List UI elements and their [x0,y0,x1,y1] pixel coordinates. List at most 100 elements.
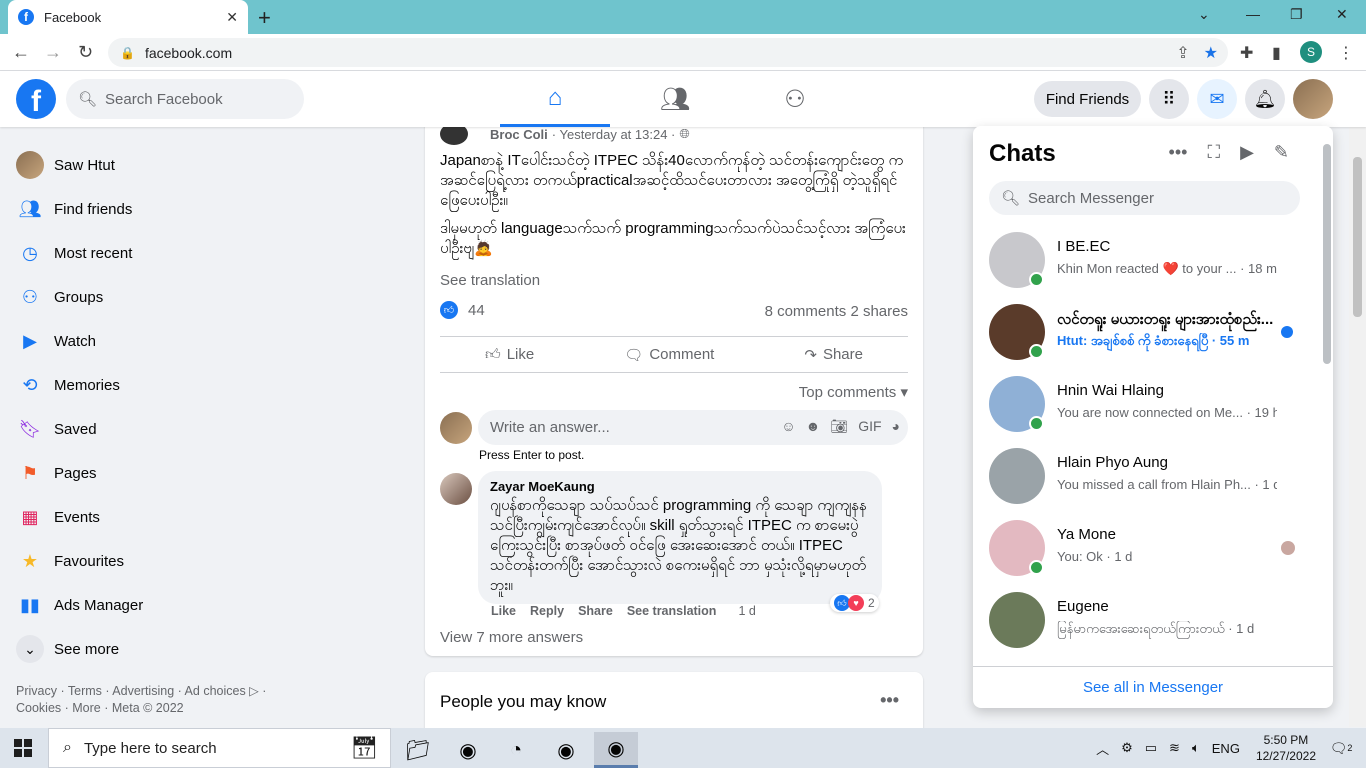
forward-button[interactable]: → [44,42,62,63]
comment-reactions[interactable]: 👍︎ ♥ 2 [830,594,879,612]
comment-like-link[interactable]: Like [491,604,516,618]
people-you-may-know-card: People you may know ••• [425,672,923,732]
maximize-button[interactable]: ❐ [1290,6,1303,23]
sidebar-item-watch[interactable]: ▶ Watch [8,319,268,363]
tray-chevron-up-icon[interactable]: ︿ [1096,739,1109,758]
post-author[interactable]: Broc Coli [490,127,548,142]
comment-time[interactable]: 1 d [738,604,755,618]
comment-input[interactable]: Write an answer... ☺ ☻ 📷︎ GIF ◕ [478,410,908,445]
comment-share-link[interactable]: Share [578,604,613,618]
menu-grid-button[interactable]: ⠿ [1149,79,1189,119]
taskbar-search-input[interactable]: ⌕ Type here to search 📅︎ [48,728,391,768]
sticker-icon[interactable]: ◕ [892,418,900,435]
gif-icon[interactable]: GIF [858,418,881,435]
sidebar-item-see-more[interactable]: ⌄ See more [8,627,268,671]
address-bar-row: ← → ↻ 🔒 facebook.com ⇪ ★ ✚ ▮ S ⋮ [0,34,1366,71]
reload-button[interactable]: ↻ [78,42,93,63]
sidebar-item-ads-manager[interactable]: ▮▮ Ads Manager [8,583,268,627]
close-window-button[interactable]: ✕ [1336,6,1348,23]
chat-item[interactable]: Ya Mone You: Ok · 1 d [981,512,1311,584]
reaction-summary[interactable]: 👍︎ 44 [440,301,485,319]
wifi-icon[interactable]: ≋ [1169,740,1180,756]
sidebar-item-favourites[interactable]: ★ Favourites [8,539,268,583]
url-field[interactable]: 🔒 facebook.com ⇪ ★ [108,38,1228,67]
comment-author[interactable]: Zayar MoeKaung [490,479,870,494]
chat-item[interactable]: I BE.EC Khin Mon reacted ❤️ to your ... … [981,224,1311,296]
sidebar-item-saved[interactable]: 🔖︎ Saved [8,407,268,451]
comment-button[interactable]: 🗨︎ Comment [624,346,714,364]
video-call-icon[interactable]: ▶︎ [1240,142,1254,163]
sidebar-item-events[interactable]: ▦ Events [8,495,268,539]
compose-icon[interactable]: ✎ [1274,142,1289,163]
chats-scrollbar[interactable] [1321,140,1331,660]
chat-item[interactable]: လင်တရူး မယားတရူး များအားထုံစည်း... Htut:… [981,296,1311,368]
share-count[interactable]: 2 shares [850,303,908,320]
post-time[interactable]: · Yesterday at 13:24 · [552,127,676,142]
see-all-in-messenger-link[interactable]: See all in Messenger [973,666,1333,708]
notifications-button[interactable]: 🔔︎ [1245,79,1285,119]
tab-search-icon[interactable]: ⌄ [1198,6,1210,23]
chrome-icon[interactable]: ◉ [446,732,490,768]
chat-item[interactable]: Hlain Phyo Aung You missed a call from H… [981,440,1311,512]
like-button[interactable]: 👍︎ Like [485,346,534,364]
file-explorer-icon[interactable]: 📁︎ [396,732,440,768]
options-icon[interactable]: ••• [1169,142,1188,163]
chevron-down-icon: ⌄ [16,635,44,663]
friends-icon: 👥︎ [659,85,691,113]
expand-icon[interactable]: ⛶ [1207,142,1220,163]
sidebar-item-profile[interactable]: Saw Htut [8,143,268,187]
extensions-icon[interactable]: ✚ [1240,43,1253,63]
chat-item[interactable]: Hnin Wai Hlaing You are now connected on… [981,368,1311,440]
tray-app-icon[interactable]: ⚙ [1121,740,1133,756]
battery-icon[interactable]: ▭ [1145,740,1157,756]
facebook-search-input[interactable]: 🔍︎ Search Facebook [66,79,304,119]
emoji-icon[interactable]: ☻ [806,418,821,435]
sidebar-item-most-recent[interactable]: ◷ Most recent [8,231,268,275]
tab-groups[interactable]: ⚇ [740,71,850,127]
facebook-logo[interactable]: f [16,79,56,119]
lock-icon: 🔒 [120,45,135,60]
back-button[interactable]: ← [12,42,30,63]
find-friends-button[interactable]: Find Friends [1034,81,1141,117]
chrome-active-icon[interactable]: ◉ [594,732,638,768]
comment-count[interactable]: 8 comments [765,303,847,320]
footer-links[interactable]: Privacy · Terms · Advertising · Ad choic… [16,683,286,717]
bookmark-star-icon[interactable]: ★ [1204,43,1218,63]
tab-home[interactable]: ⌂ [500,71,610,127]
notification-center-icon[interactable]: 🗨︎ 2 [1330,737,1353,759]
messenger-search-input[interactable]: 🔍︎ Search Messenger [989,181,1300,215]
avatar-sticker-icon[interactable]: ☺ [781,418,795,435]
browser-tab[interactable]: f Facebook ✕ [8,0,248,34]
tab-close-icon[interactable]: ✕ [226,9,238,26]
comment-author-avatar[interactable] [440,473,472,505]
sidebar-item-find-friends[interactable]: 👥︎ Find friends [8,187,268,231]
sidebar-item-memories[interactable]: ⟲ Memories [8,363,268,407]
more-options-icon[interactable]: ••• [880,690,899,711]
page-scrollbar[interactable] [1349,71,1366,727]
view-more-answers-link[interactable]: View 7 more answers [440,629,583,646]
firefox-icon[interactable]: ◔ [494,732,538,768]
clock[interactable]: 5:50 PM 12/27/2022 [1256,732,1316,764]
sidebar-item-pages[interactable]: ⚑ Pages [8,451,268,495]
volume-icon[interactable]: 🔈︎ [1192,740,1200,756]
input-language[interactable]: ENG [1212,741,1240,756]
chat-item[interactable]: Eugene မြန်မာကအေးဆေးရတယ်ကြားတယ် · 1 d [981,584,1311,656]
side-panel-icon[interactable]: ▮ [1272,43,1281,63]
minimize-button[interactable]: — [1246,6,1260,22]
sidebar-item-groups[interactable]: ⚇ Groups [8,275,268,319]
messenger-button[interactable]: ✉ [1197,79,1237,119]
comment-translation-link[interactable]: See translation [627,604,717,618]
new-tab-button[interactable]: + [258,5,271,31]
browser-profile-avatar[interactable]: S [1300,41,1322,63]
tab-friends[interactable]: 👥︎ [620,71,730,127]
browser-menu-icon[interactable]: ⋮ [1338,43,1354,63]
account-avatar[interactable] [1293,79,1333,119]
chrome-profile-icon[interactable]: ◉ [544,732,588,768]
share-icon[interactable]: ⇪ [1176,43,1189,63]
share-button[interactable]: ↷ Share [804,346,863,364]
comment-sort-dropdown[interactable]: Top comments ▾ [799,383,908,401]
windows-start-icon[interactable] [14,739,32,757]
camera-icon[interactable]: 📷︎ [830,418,848,435]
see-translation-link[interactable]: See translation [440,272,540,289]
comment-reply-link[interactable]: Reply [530,604,564,618]
